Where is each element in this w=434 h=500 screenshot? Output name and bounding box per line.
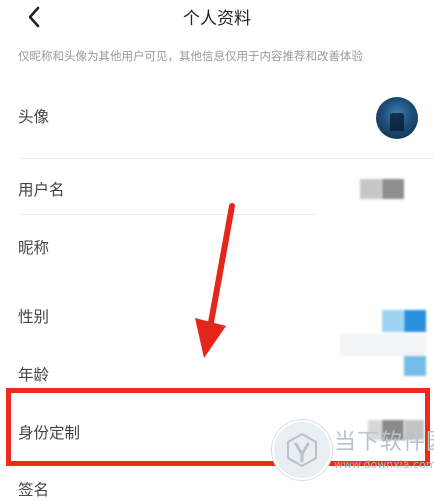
gender-label: 性别 (18, 308, 50, 326)
watermark-logo-icon (272, 420, 332, 480)
privacy-notice: 仅昵称和头像为其他用户可见，其他信息仅用于内容推荐和改善体验 (18, 49, 363, 63)
gender-value-blurred (404, 310, 426, 332)
age-value-blurred (404, 356, 426, 376)
username-value-blurred (382, 179, 404, 199)
divider (18, 158, 434, 159)
divider (18, 214, 318, 215)
page-title: 个人资料 (183, 9, 251, 29)
blurred-area (340, 334, 426, 356)
signature-label: 签名 (18, 481, 50, 499)
nickname-label: 昵称 (18, 239, 50, 257)
username-label: 用户名 (18, 181, 65, 199)
age-label: 年龄 (18, 366, 50, 384)
avatar[interactable] (376, 97, 418, 139)
gender-value-blurred (382, 310, 404, 332)
red-arrow-icon (195, 203, 235, 358)
watermark-name: 当下软件园 (334, 430, 434, 455)
header: 个人资料 (0, 0, 434, 36)
watermark: 当下软件园 www.downxia.com (272, 418, 434, 498)
watermark-url: www.downxia.com (334, 458, 434, 471)
avatar-label: 头像 (18, 108, 50, 126)
username-value-blurred (360, 179, 382, 199)
